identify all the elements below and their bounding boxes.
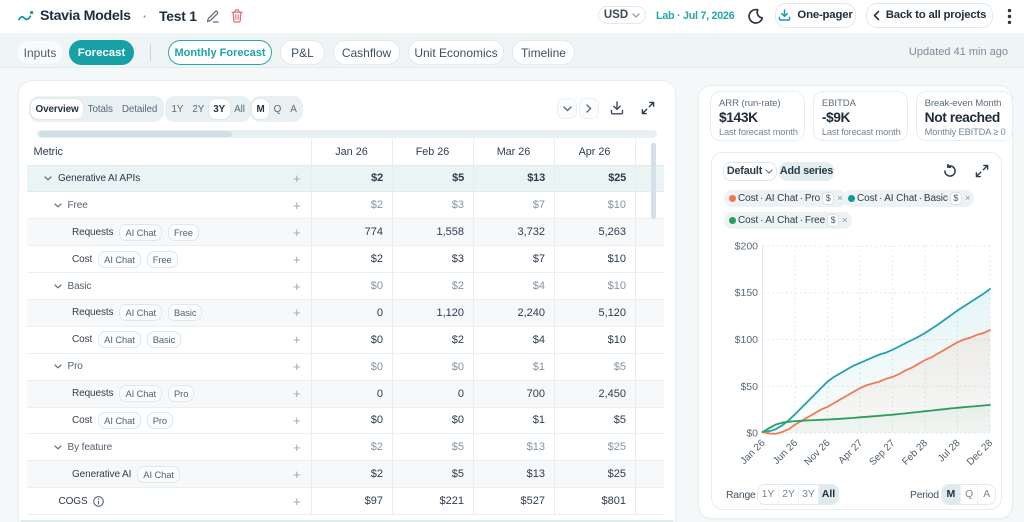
svg-text:$200: $200 (735, 240, 759, 252)
svg-text:Jun 26: Jun 26 (771, 437, 800, 466)
svg-text:Apr 27: Apr 27 (837, 437, 866, 466)
svg-text:Dec 28: Dec 28 (965, 437, 995, 467)
svg-text:Feb 28: Feb 28 (900, 437, 930, 467)
svg-text:Jul 28: Jul 28 (936, 437, 963, 464)
svg-text:$50: $50 (740, 380, 758, 392)
svg-text:Jan 26: Jan 26 (739, 437, 768, 466)
svg-text:$150: $150 (735, 287, 759, 299)
svg-text:Sep 27: Sep 27 (867, 437, 897, 467)
svg-text:$100: $100 (735, 334, 759, 346)
svg-text:$0: $0 (746, 427, 758, 439)
svg-text:Nov 26: Nov 26 (802, 437, 832, 467)
